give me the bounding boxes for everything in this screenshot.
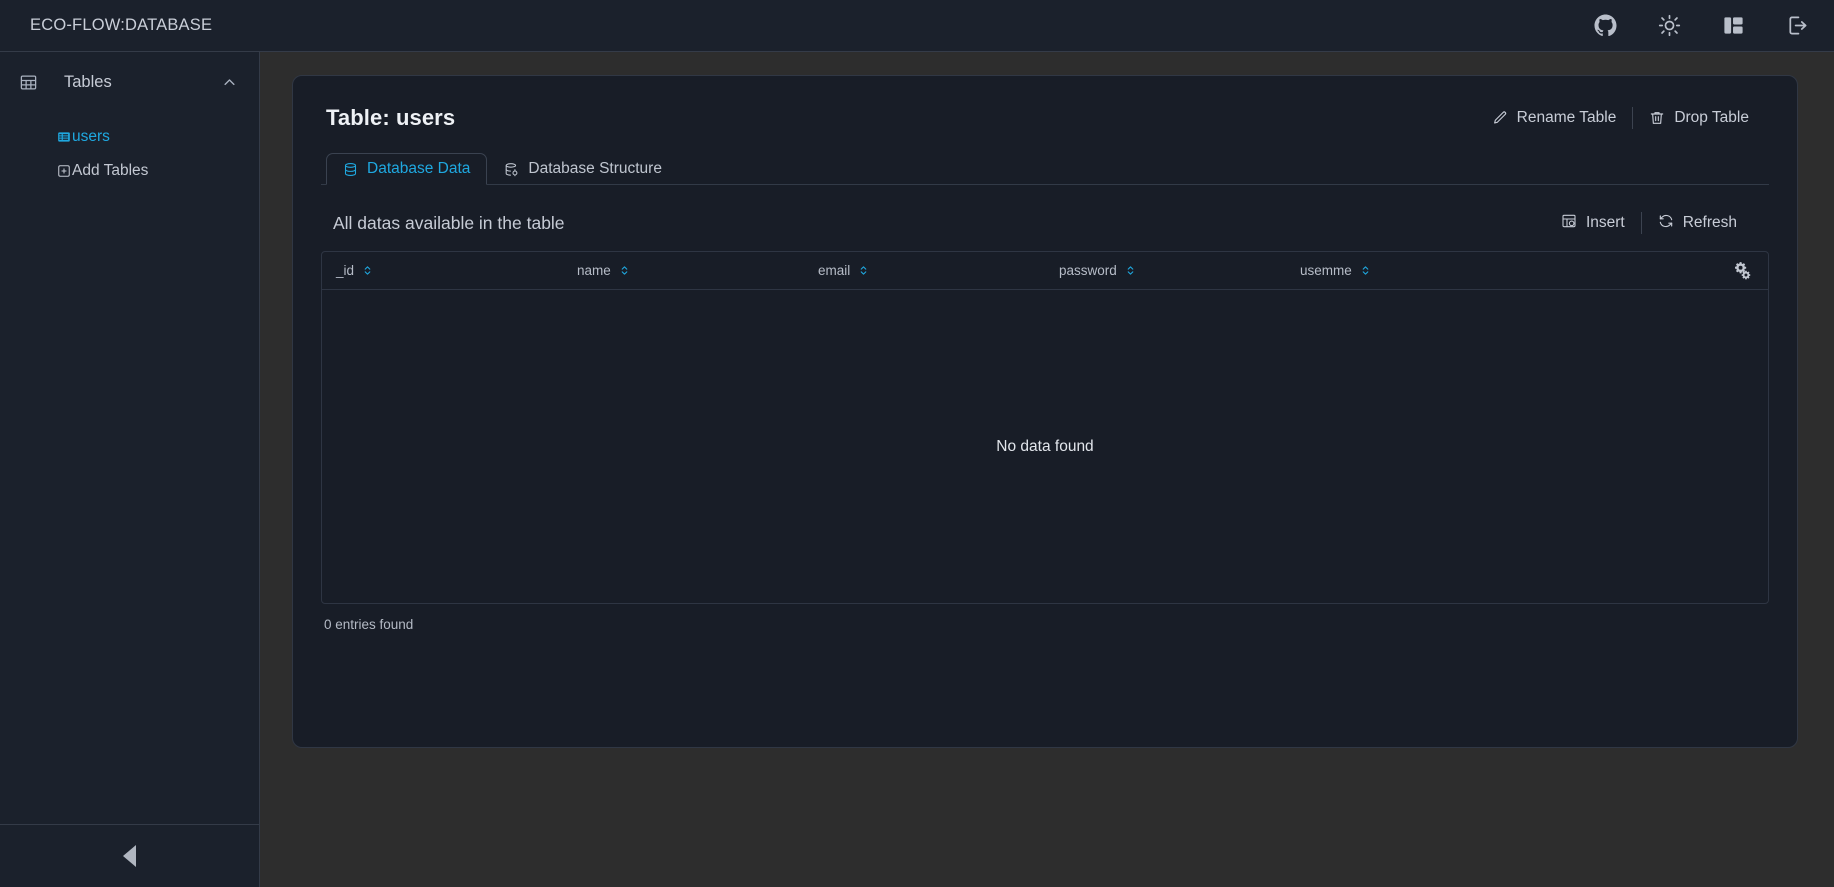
chevron-up-icon[interactable] [222, 75, 237, 90]
column-header-id[interactable]: _id [322, 252, 563, 290]
rename-table-button[interactable]: Rename Table [1476, 109, 1633, 127]
table-list-icon [56, 130, 71, 145]
sidebar-item-users[interactable]: users [0, 120, 259, 154]
sort-icon[interactable] [362, 265, 373, 276]
table-insert-icon [1561, 213, 1577, 234]
column-header-name[interactable]: name [563, 252, 804, 290]
database-gear-icon [504, 162, 519, 177]
table-icon [18, 72, 38, 92]
github-icon[interactable] [1592, 13, 1618, 39]
sort-icon[interactable] [1360, 265, 1371, 276]
sidebar-section-tables[interactable]: Tables [0, 58, 259, 106]
sidebar-section-label: Tables [64, 72, 112, 91]
gears-icon[interactable] [1541, 260, 1752, 280]
rename-table-label: Rename Table [1516, 109, 1617, 126]
column-label: name [577, 262, 611, 278]
plus-box-icon [56, 164, 71, 179]
table-header-row: _id name email password usemme [322, 252, 1768, 290]
column-header-password[interactable]: password [1045, 252, 1286, 290]
tab-bar: Database Data Database Structure [321, 152, 1769, 185]
column-label: password [1059, 262, 1117, 278]
data-table-wrapper: _id name email password usemme No data f… [321, 251, 1769, 604]
trash-icon [1649, 110, 1665, 126]
table-subtitle: All datas available in the table [333, 212, 565, 233]
insert-label: Insert [1585, 214, 1625, 231]
insert-button[interactable]: Insert [1545, 213, 1641, 234]
table-toolbar-actions: Insert Refresh [1545, 212, 1753, 234]
sidebar: Tables users Add Tables [0, 52, 260, 887]
refresh-label: Refresh [1682, 214, 1737, 231]
drop-table-button[interactable]: Drop Table [1633, 109, 1765, 127]
table-card: Table: users Rename Table Drop Table Dat… [292, 75, 1798, 748]
empty-state-text: No data found [996, 437, 1094, 455]
sort-icon[interactable] [858, 265, 869, 276]
table-body: No data found [322, 289, 1768, 603]
entries-count: 0 entries found [324, 617, 414, 632]
sort-icon[interactable] [619, 265, 630, 276]
tab-label: Database Structure [528, 160, 662, 177]
tab-database-structure[interactable]: Database Structure [487, 153, 679, 185]
database-icon [343, 162, 358, 177]
drop-table-label: Drop Table [1674, 109, 1749, 126]
column-header-username[interactable]: usemme [1286, 252, 1527, 290]
column-header-settings[interactable] [1527, 252, 1768, 290]
layout-panel-icon[interactable] [1720, 13, 1746, 39]
main-content: Table: users Rename Table Drop Table Dat… [260, 52, 1834, 887]
pencil-icon [1492, 110, 1508, 126]
tab-database-data[interactable]: Database Data [326, 153, 488, 185]
data-table: _id name email password usemme No data f… [322, 252, 1768, 603]
sidebar-item-label: users [72, 128, 110, 145]
sidebar-footer [0, 824, 259, 887]
sort-icon[interactable] [1125, 265, 1136, 276]
top-bar: ECO-FLOW:DATABASE [0, 0, 1834, 52]
sidebar-items: users Add Tables [0, 120, 259, 188]
sidebar-item-add-tables[interactable]: Add Tables [0, 154, 259, 188]
table-head: _id name email password usemme [322, 252, 1768, 290]
page-title: Table: users [326, 105, 456, 130]
topbar-actions [1592, 13, 1810, 39]
sun-icon[interactable] [1656, 13, 1682, 39]
tab-label: Database Data [367, 160, 471, 177]
app-title: ECO-FLOW:DATABASE [30, 16, 213, 34]
column-header-email[interactable]: email [804, 252, 1045, 290]
column-label: _id [336, 262, 355, 278]
triangle-left-icon[interactable] [123, 845, 136, 867]
sidebar-item-label: Add Tables [72, 162, 149, 179]
card-header-actions: Rename Table Drop Table [1476, 107, 1765, 129]
card-header: Table: users Rename Table Drop Table [321, 98, 1769, 138]
logout-icon[interactable] [1784, 13, 1810, 39]
column-label: email [818, 262, 851, 278]
table-empty-row: No data found [322, 289, 1768, 603]
refresh-icon [1658, 213, 1674, 234]
table-toolbar: All datas available in the table Insert … [321, 195, 1769, 251]
column-label: usemme [1300, 262, 1352, 278]
refresh-button[interactable]: Refresh [1642, 213, 1753, 234]
